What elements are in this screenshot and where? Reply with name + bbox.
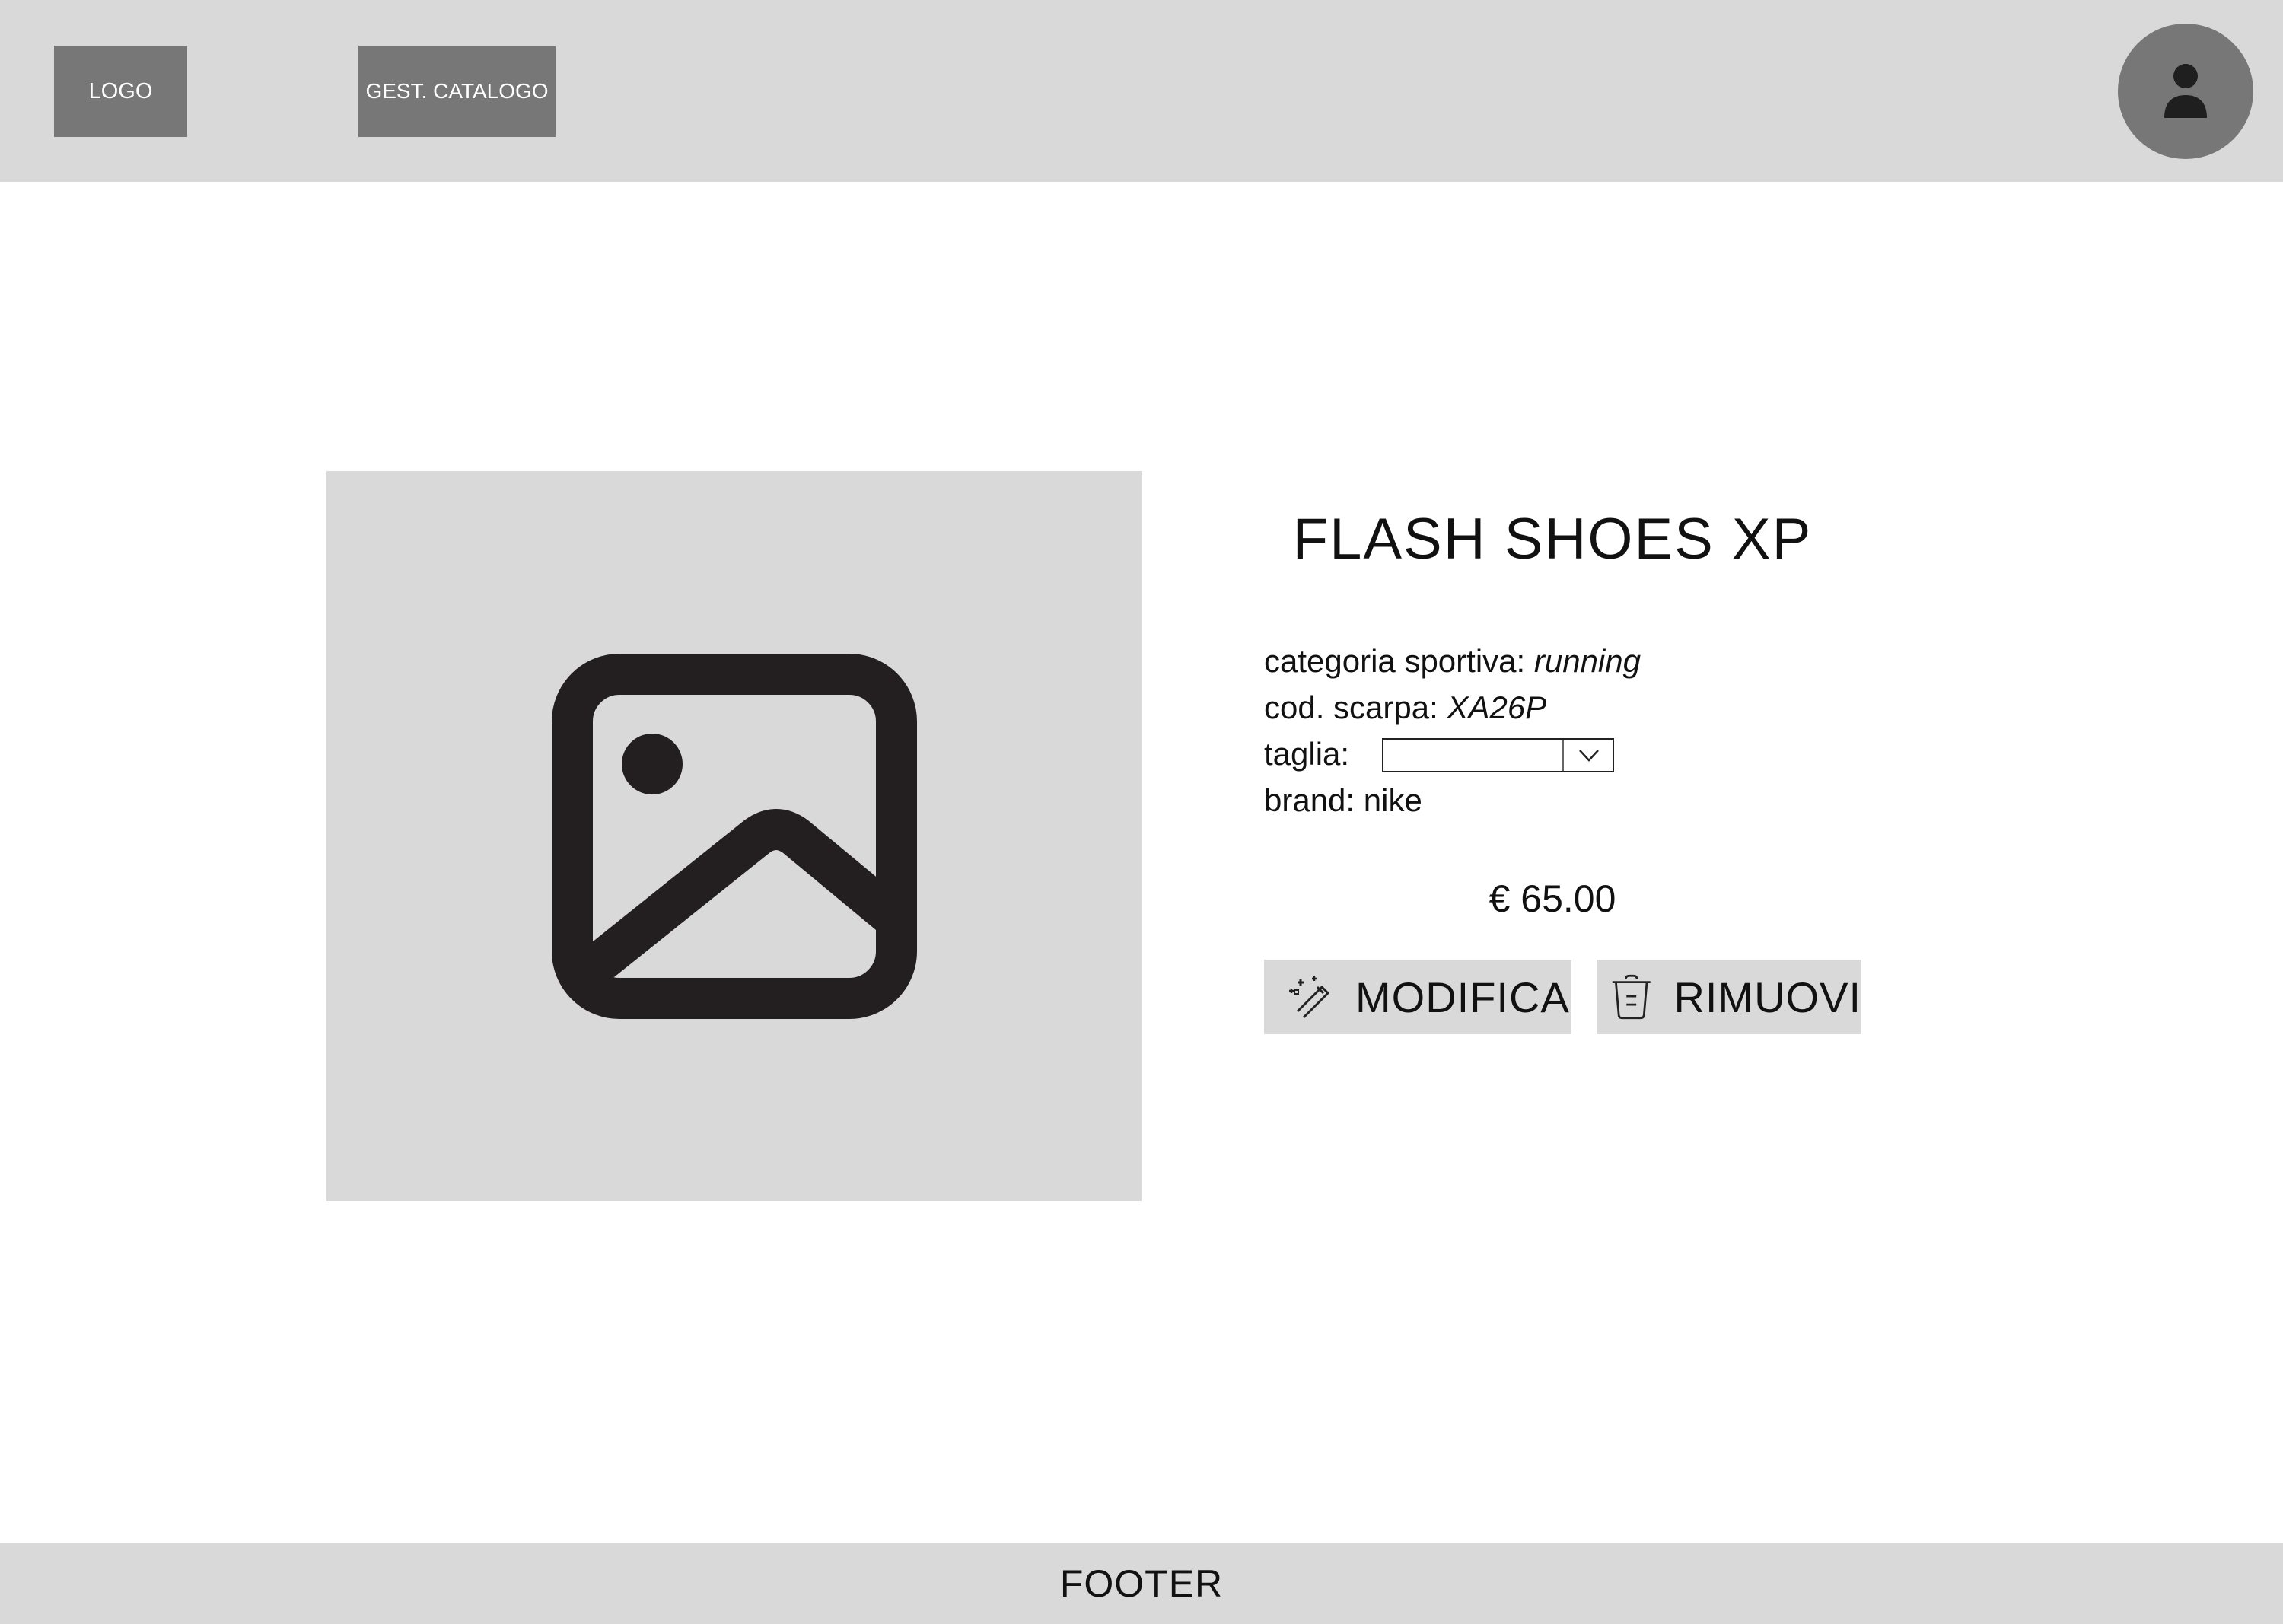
footer-label: FOOTER <box>1059 1562 1224 1605</box>
catalog-management-button[interactable]: GEST. CATALOGO <box>358 46 556 137</box>
footer: FOOTER <box>0 1543 2283 1624</box>
code-value: XA26P <box>1447 689 1547 725</box>
category-row: categoria sportiva: running <box>1264 643 1641 680</box>
code-row: cod. scarpa: XA26P <box>1264 689 1546 726</box>
trash-icon <box>1612 974 1651 1020</box>
user-icon <box>2164 64 2207 118</box>
logo-label: LOGO <box>88 78 153 103</box>
category-value: running <box>1533 643 1641 679</box>
edit-button-label: MODIFICA <box>1355 973 1570 1021</box>
remove-button[interactable]: RIMUOVI <box>1597 960 1861 1034</box>
size-select-divider <box>1562 740 1564 771</box>
header: LOGO GEST. CATALOGO <box>0 0 2283 182</box>
category-label: categoria sportiva: <box>1264 643 1526 679</box>
image-placeholder-icon <box>551 653 917 1019</box>
product-price: € 65.00 <box>1489 877 1616 920</box>
size-label: taglia: <box>1264 736 1350 772</box>
product-title: FLASH SHOES XP <box>1292 507 1813 572</box>
logo[interactable]: LOGO <box>54 46 187 137</box>
product-image <box>326 471 1142 1201</box>
catalog-management-label: GEST. CATALOGO <box>365 79 549 103</box>
size-select[interactable] <box>1382 738 1614 772</box>
chevron-down-icon <box>1579 750 1599 762</box>
edit-button[interactable]: MODIFICA <box>1264 960 1571 1034</box>
brand-text: brand: nike <box>1264 782 1422 818</box>
magic-wand-icon <box>1289 976 1329 1019</box>
user-avatar-button[interactable] <box>2118 24 2253 159</box>
code-label: cod. scarpa: <box>1264 689 1438 725</box>
remove-button-label: RIMUOVI <box>1673 973 1861 1021</box>
